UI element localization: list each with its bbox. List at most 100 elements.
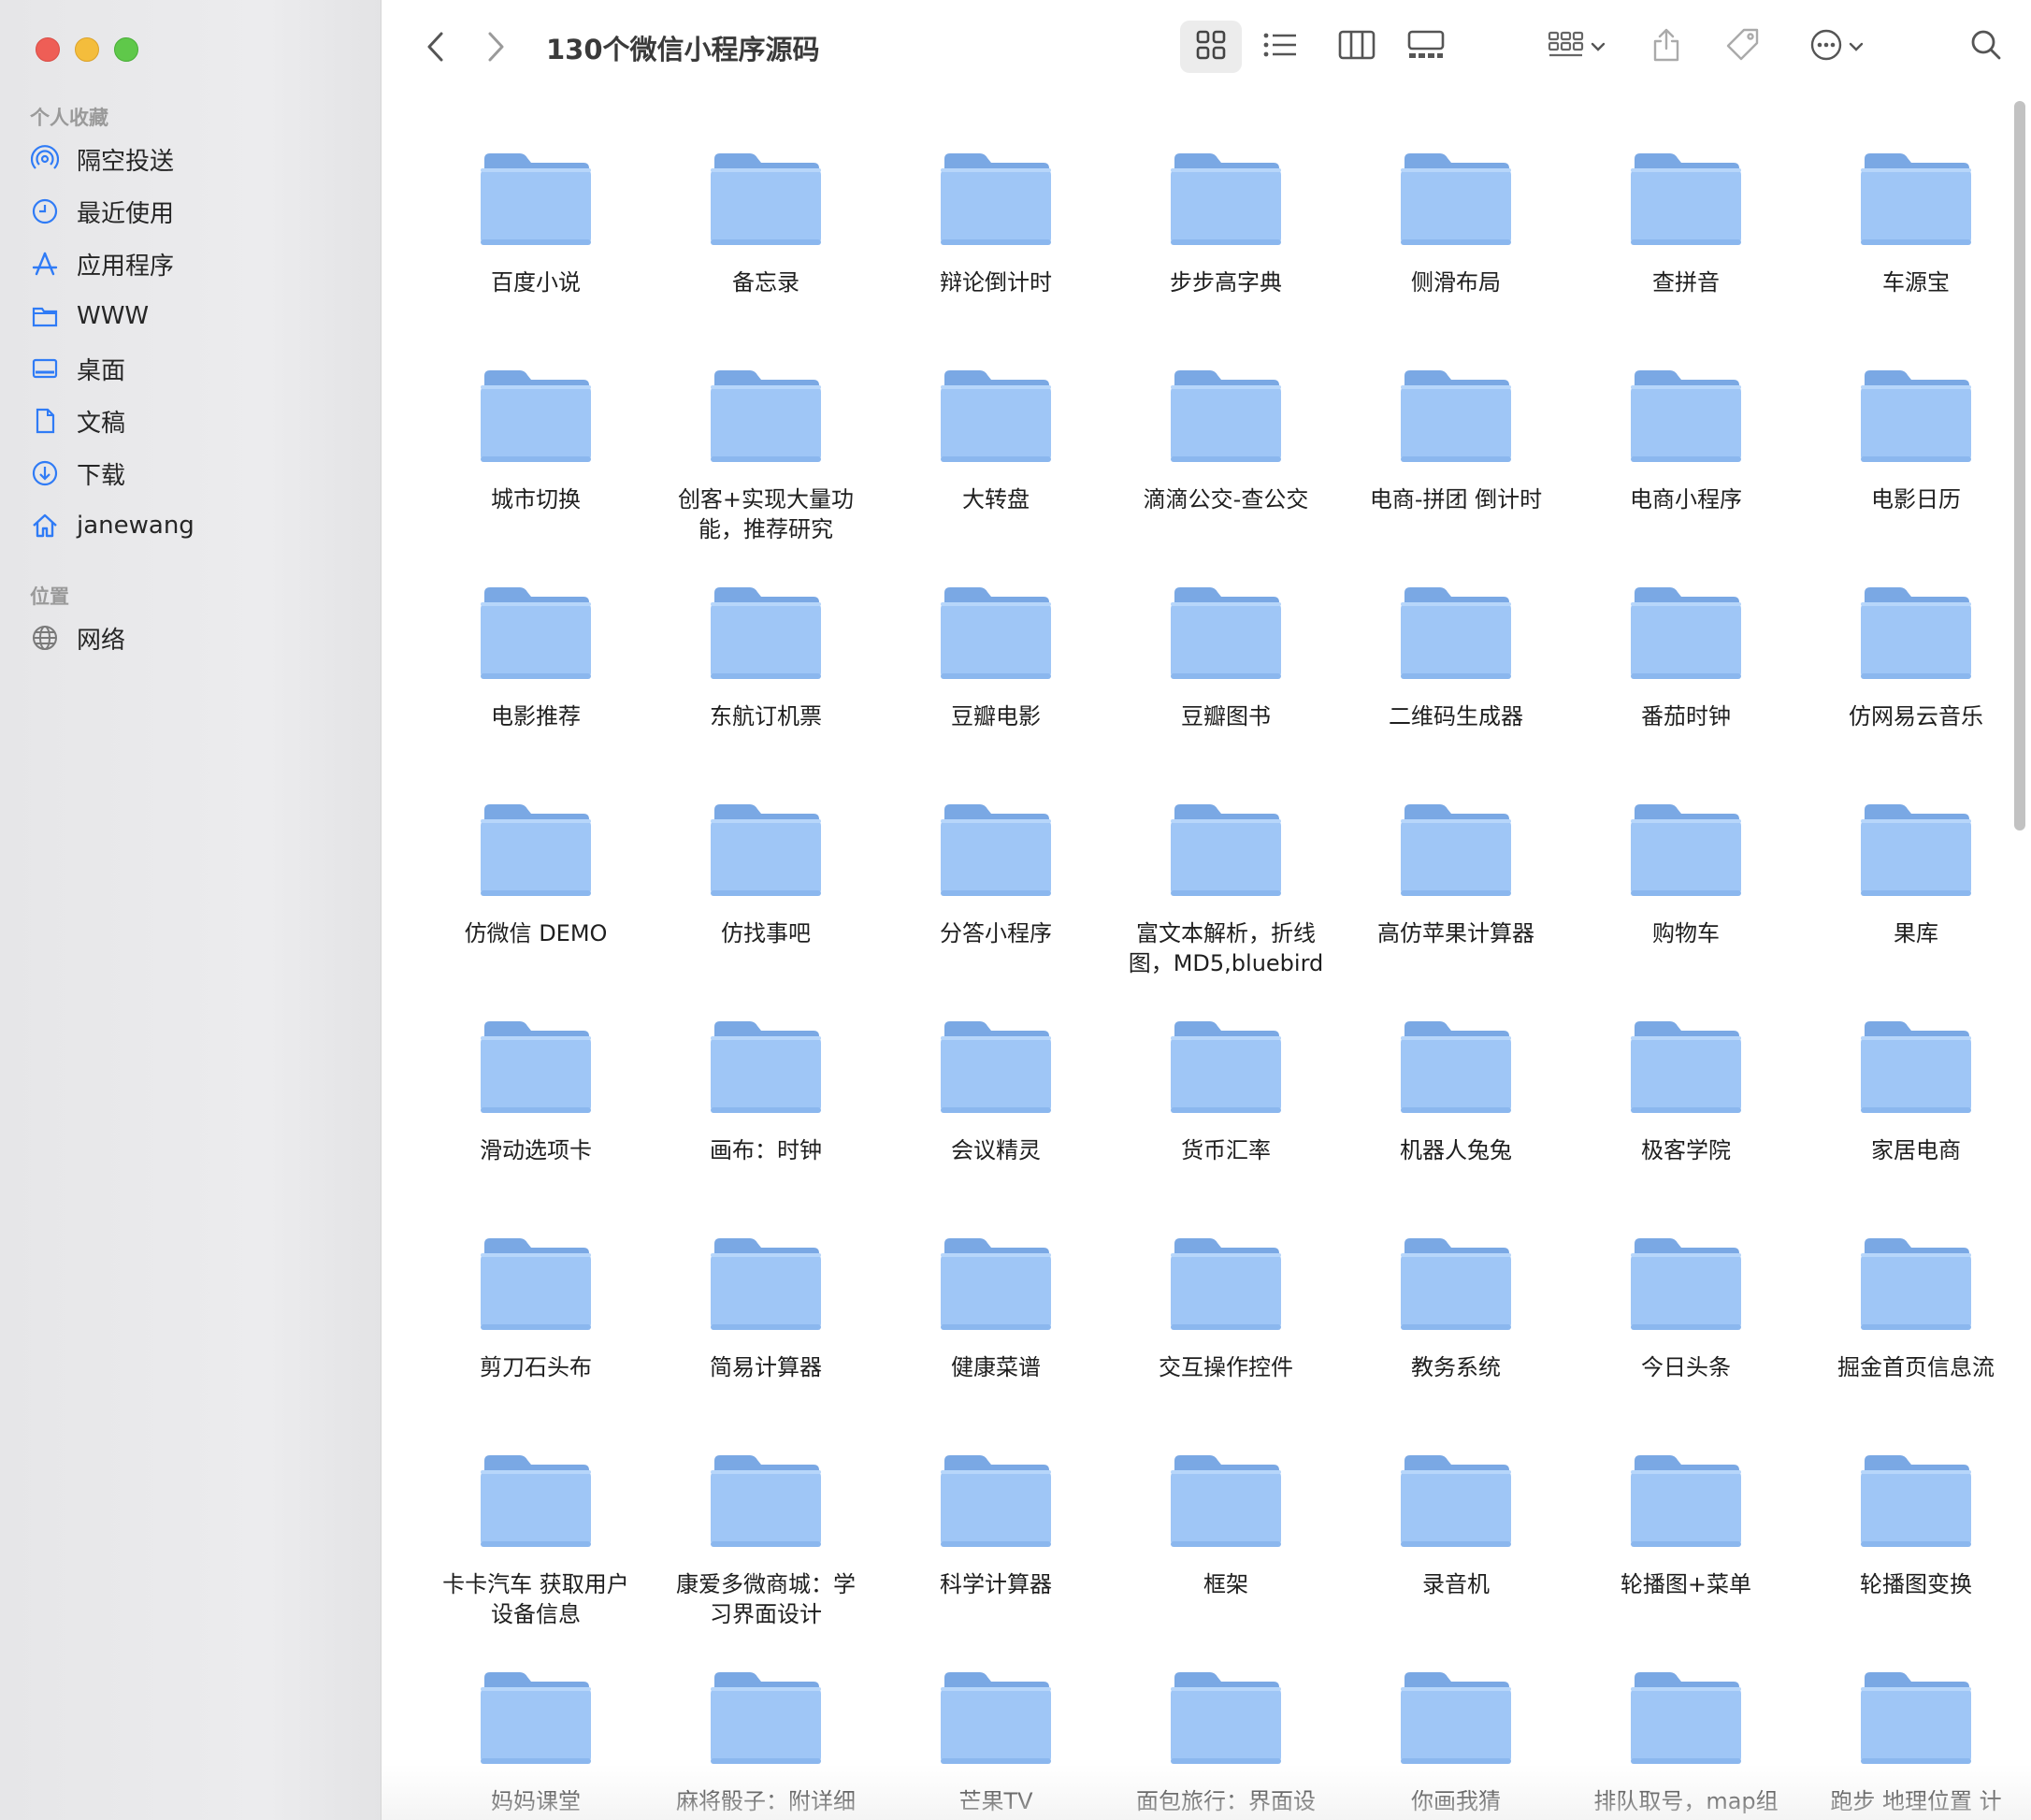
folder-item[interactable]: 电商-拼团 倒计时: [1341, 367, 1571, 584]
sidebar-item-home[interactable]: janewang: [28, 503, 365, 548]
folder-item[interactable]: 跑步 地理位置 计: [1801, 1668, 2016, 1820]
folder-item[interactable]: 录音机: [1341, 1452, 1571, 1668]
chevron-left-icon: [425, 31, 447, 66]
sidebar-item-airdrop[interactable]: 隔空投送: [28, 137, 365, 181]
folder-icon: [1629, 367, 1743, 468]
desktop-icon: [28, 352, 62, 385]
back-button[interactable]: [415, 28, 456, 69]
folder-item[interactable]: 简易计算器: [651, 1235, 881, 1452]
folder-icon: [1169, 1452, 1283, 1553]
sidebar: 个人收藏 隔空投送 最近使用 应用程序 WWW 桌面 文稿 下载 janewan…: [0, 0, 382, 1820]
folder-item[interactable]: 豆瓣图书: [1111, 584, 1341, 801]
folder-icon: [709, 1018, 823, 1119]
folder-item[interactable]: 面包旅行：界面设: [1111, 1668, 1341, 1820]
vertical-scrollbar[interactable]: [2014, 101, 2025, 831]
folder-item[interactable]: 百度小说: [421, 150, 651, 367]
folder-name: 掘金首页信息流: [1837, 1354, 1995, 1380]
gallery-view-button[interactable]: [1395, 21, 1457, 73]
sidebar-item-www[interactable]: WWW: [28, 294, 365, 339]
folder-item[interactable]: 果库: [1801, 801, 2016, 1018]
folder-item[interactable]: 电影推荐: [421, 584, 651, 801]
folder-item[interactable]: 家居电商: [1801, 1018, 2016, 1235]
folder-item[interactable]: 妈妈课堂: [421, 1668, 651, 1820]
folder-item[interactable]: 车源宝: [1801, 150, 2016, 367]
folder-item[interactable]: 极客学院: [1571, 1018, 1801, 1235]
folder-item[interactable]: 购物车: [1571, 801, 1801, 1018]
folder-item[interactable]: 步步高字典: [1111, 150, 1341, 367]
folder-item[interactable]: 大转盘: [881, 367, 1111, 584]
folder-icon: [939, 1235, 1053, 1336]
folder-item[interactable]: 轮播图+菜单: [1571, 1452, 1801, 1668]
folder-item[interactable]: 会议精灵: [881, 1018, 1111, 1235]
list-view-button[interactable]: [1249, 21, 1311, 73]
search-button[interactable]: [1960, 21, 2012, 73]
icon-view-button[interactable]: [1180, 21, 1242, 73]
sidebar-item-documents[interactable]: 文稿: [28, 398, 365, 443]
share-icon: [1651, 27, 1681, 66]
folder-name: 康爱多微商城：学习界面设计: [676, 1571, 856, 1627]
sidebar-item-recents[interactable]: 最近使用: [28, 189, 365, 234]
folder-item[interactable]: 货币汇率: [1111, 1018, 1341, 1235]
group-by-button[interactable]: [1537, 21, 1616, 73]
folder-item[interactable]: 掘金首页信息流: [1801, 1235, 2016, 1452]
folder-item[interactable]: 东航订机票: [651, 584, 881, 801]
folder-item[interactable]: 科学计算器: [881, 1452, 1111, 1668]
sidebar-item-network[interactable]: 网络: [28, 615, 365, 660]
folder-item[interactable]: 机器人兔兔: [1341, 1018, 1571, 1235]
zoom-button[interactable]: [114, 37, 138, 62]
folder-name: 仿找事吧: [721, 920, 811, 946]
folder-item[interactable]: 交互操作控件: [1111, 1235, 1341, 1452]
folder-item[interactable]: 芒果TV: [881, 1668, 1111, 1820]
more-options-button[interactable]: [1797, 21, 1876, 73]
sidebar-item-downloads[interactable]: 下载: [28, 451, 365, 496]
folder-item[interactable]: 卡卡汽车 获取用户设备信息: [421, 1452, 651, 1668]
folder-icon: [1399, 367, 1513, 468]
folder-item[interactable]: 滴滴公交-查公交: [1111, 367, 1341, 584]
folder-item[interactable]: 排队取号，map组: [1571, 1668, 1801, 1820]
minimize-button[interactable]: [75, 37, 99, 62]
window-title: 130个微信小程序源码: [546, 34, 820, 65]
folder-item[interactable]: 城市切换: [421, 367, 651, 584]
folder-item[interactable]: 轮播图变换: [1801, 1452, 2016, 1668]
folder-item[interactable]: 画布：时钟: [651, 1018, 881, 1235]
folder-item[interactable]: 教务系统: [1341, 1235, 1571, 1452]
folder-item[interactable]: 番茄时钟: [1571, 584, 1801, 801]
folder-item[interactable]: 麻将骰子：附详细: [651, 1668, 881, 1820]
folder-item[interactable]: 框架: [1111, 1452, 1341, 1668]
folder-icon: [479, 1668, 593, 1769]
folder-item[interactable]: 健康菜谱: [881, 1235, 1111, 1452]
sidebar-item-desktop[interactable]: 桌面: [28, 346, 365, 391]
folder-item[interactable]: 备忘录: [651, 150, 881, 367]
folder-item[interactable]: 分答小程序: [881, 801, 1111, 1018]
folder-name: 极客学院: [1641, 1137, 1731, 1163]
folder-item[interactable]: 康爱多微商城：学习界面设计: [651, 1452, 881, 1668]
sidebar-item-applications[interactable]: 应用程序: [28, 241, 365, 286]
folder-icon: [1399, 1668, 1513, 1769]
folder-item[interactable]: 查拼音: [1571, 150, 1801, 367]
column-view-button[interactable]: [1326, 21, 1388, 73]
close-button[interactable]: [36, 37, 60, 62]
folder-item[interactable]: 电影日历: [1801, 367, 2016, 584]
folder-item[interactable]: 仿找事吧: [651, 801, 881, 1018]
folder-icon: [939, 150, 1053, 251]
folder-name: 辩论倒计时: [940, 269, 1052, 296]
folder-item[interactable]: 今日头条: [1571, 1235, 1801, 1452]
folder-item[interactable]: 二维码生成器: [1341, 584, 1571, 801]
folder-item[interactable]: 滑动选项卡: [421, 1018, 651, 1235]
folder-item[interactable]: 高仿苹果计算器: [1341, 801, 1571, 1018]
folder-item[interactable]: 剪刀石头布: [421, 1235, 651, 1452]
folder-item[interactable]: 豆瓣电影: [881, 584, 1111, 801]
forward-button[interactable]: [475, 28, 516, 69]
folder-item[interactable]: 侧滑布局: [1341, 150, 1571, 367]
share-button[interactable]: [1640, 21, 1692, 73]
tag-button[interactable]: [1717, 21, 1769, 73]
folder-item[interactable]: 你画我猜: [1341, 1668, 1571, 1820]
folder-item[interactable]: 富文本解析，折线图，MD5,bluebird: [1111, 801, 1341, 1018]
folder-item[interactable]: 辩论倒计时: [881, 150, 1111, 367]
folder-icon: [1859, 150, 1973, 251]
folder-item[interactable]: 仿微信 DEMO: [421, 801, 651, 1018]
folder-item[interactable]: 电商小程序: [1571, 367, 1801, 584]
folder-item[interactable]: 仿网易云音乐: [1801, 584, 2016, 801]
folder-item[interactable]: 创客+实现大量功能，推荐研究: [651, 367, 881, 584]
folder-icon: [479, 801, 593, 902]
